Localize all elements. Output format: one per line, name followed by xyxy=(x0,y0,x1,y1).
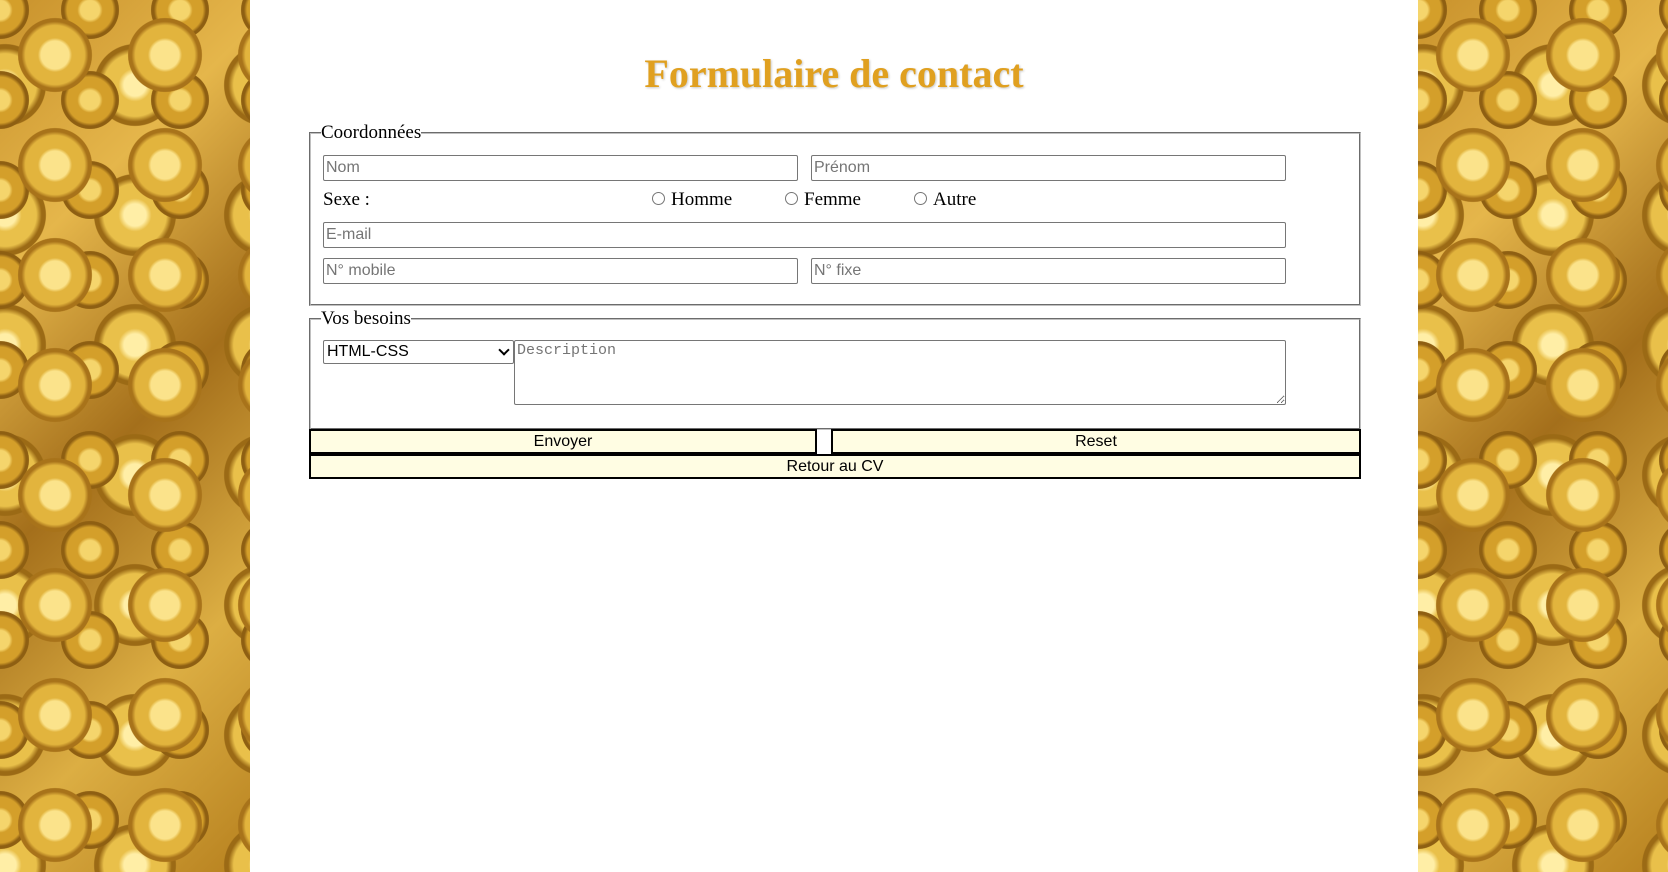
prenom-input[interactable] xyxy=(811,155,1286,181)
email-input[interactable] xyxy=(323,222,1286,248)
homme-label: Homme xyxy=(671,189,733,210)
coordonnees-legend: Coordonnées xyxy=(321,122,422,143)
chevron-down-icon xyxy=(498,344,510,356)
mobile-input[interactable] xyxy=(323,258,798,284)
nom-input[interactable] xyxy=(323,155,798,181)
reset-button[interactable]: Reset xyxy=(831,429,1361,454)
retour-cv-button[interactable]: Retour au CV xyxy=(309,454,1361,479)
femme-label: Femme xyxy=(804,189,861,210)
content-area: Formulaire de contact Coordonnées Sexe :… xyxy=(250,0,1418,872)
envoyer-button[interactable]: Envoyer xyxy=(309,429,817,454)
besoins-select-value: HTML-CSS xyxy=(327,343,409,360)
femme-radio[interactable] xyxy=(785,192,798,205)
gold-coins-background-right xyxy=(1418,0,1668,872)
autre-radio[interactable] xyxy=(914,192,927,205)
gold-coins-background-left xyxy=(0,0,250,872)
besoins-legend: Vos besoins xyxy=(321,308,411,329)
autre-label: Autre xyxy=(933,189,977,210)
page-title: Formulaire de contact xyxy=(644,51,1024,96)
description-textarea[interactable] xyxy=(514,340,1286,405)
sexe-label: Sexe : xyxy=(323,189,370,210)
homme-radio[interactable] xyxy=(652,192,665,205)
fixe-input[interactable] xyxy=(811,258,1286,284)
besoins-select[interactable]: HTML-CSS xyxy=(323,340,514,364)
